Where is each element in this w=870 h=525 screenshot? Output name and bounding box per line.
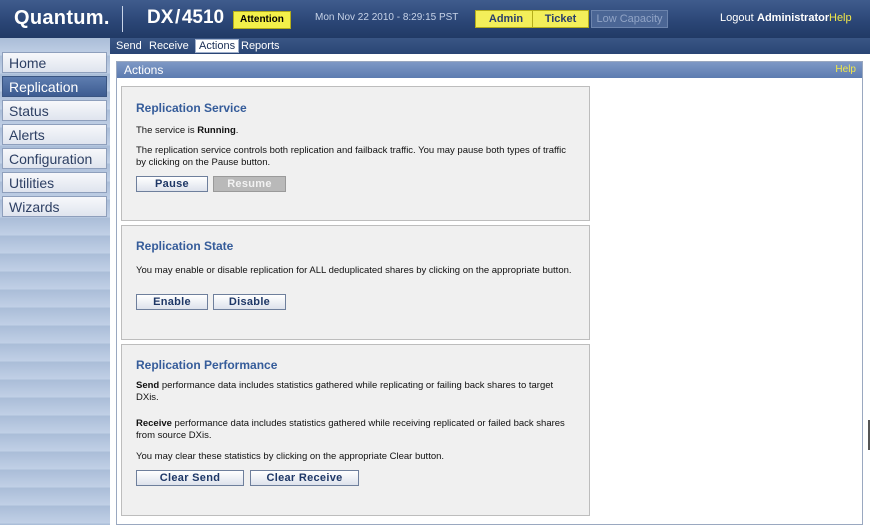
tab-send[interactable]: Send — [116, 40, 142, 52]
clear-send-button[interactable]: Clear Send — [136, 470, 244, 486]
brand-divider — [122, 6, 123, 32]
sidebar-item-configuration[interactable]: Configuration — [2, 148, 107, 169]
sidebar-item-wizards[interactable]: Wizards — [2, 196, 107, 217]
model-name: DX / 4510 — [147, 7, 225, 28]
ticket-button[interactable]: Ticket — [532, 10, 589, 28]
low-capacity-button: Low Capacity — [591, 10, 668, 28]
sidebar-item-utilities[interactable]: Utilities — [2, 172, 107, 193]
replication-performance-title: Replication Performance — [136, 358, 278, 372]
tab-receive[interactable]: Receive — [149, 40, 189, 52]
replication-performance-panel: Replication Performance Send performance… — [121, 344, 590, 516]
attention-badge[interactable]: Attention — [233, 11, 291, 29]
disable-button[interactable]: Disable — [213, 294, 286, 310]
sidebar-item-alerts[interactable]: Alerts — [2, 124, 107, 145]
replication-service-title: Replication Service — [136, 101, 247, 115]
system-datetime: Mon Nov 22 2010 - 8:29:15 PST — [315, 12, 459, 23]
service-status-suffix: . — [235, 125, 239, 136]
logout-link[interactable]: Logout — [720, 12, 754, 24]
replication-state-title: Replication State — [136, 239, 234, 253]
replication-service-panel: Replication Service The service is Runni… — [121, 86, 590, 221]
help-link[interactable]: Help — [829, 12, 852, 24]
tab-strip: Send Receive Actions Reports — [110, 38, 870, 54]
tab-reports[interactable]: Reports — [241, 40, 280, 52]
send-text: performance data includes statistics gat… — [136, 380, 554, 403]
receive-term: Receive — [136, 418, 172, 429]
send-term: Send — [136, 380, 160, 391]
receive-text: performance data includes statistics gat… — [136, 418, 565, 441]
sidebar: Home Replication Status Alerts Configura… — [0, 38, 110, 525]
content-help-link[interactable]: Help — [835, 62, 856, 78]
page-title: Actions — [124, 63, 164, 77]
enable-button[interactable]: Enable — [136, 294, 208, 310]
content-header: Actions Help — [117, 62, 862, 78]
admin-button[interactable]: Admin — [475, 10, 537, 28]
brand-logo: Quantum. — [14, 7, 110, 29]
actions-frame: Actions Help Replication Service The ser… — [116, 61, 863, 525]
sidebar-item-replication[interactable]: Replication — [2, 76, 107, 97]
service-status-value: Running — [197, 125, 236, 136]
replication-state-panel: Replication State You may enable or disa… — [121, 225, 590, 340]
resume-button: Resume — [213, 176, 286, 192]
clear-description: You may clear these statistics by clicki… — [136, 451, 445, 462]
clear-receive-button[interactable]: Clear Receive — [250, 470, 359, 486]
sidebar-item-home[interactable]: Home — [2, 52, 107, 73]
current-user: Administrator — [757, 12, 830, 24]
state-description: You may enable or disable replication fo… — [136, 265, 572, 276]
pause-button[interactable]: Pause — [136, 176, 208, 192]
service-status-prefix: The service is — [136, 125, 198, 136]
send-description: Send performance data includes statistic… — [136, 380, 576, 404]
content-area: Actions Help Replication Service The ser… — [110, 54, 870, 525]
receive-description: Receive performance data includes statis… — [136, 418, 576, 442]
service-status-text: The service is Running. — [136, 125, 576, 137]
service-description: The replication service controls both re… — [136, 145, 567, 168]
tab-actions[interactable]: Actions — [195, 39, 240, 53]
app-window: Quantum. DX / 4510 Attention Mon Nov 22 … — [0, 0, 870, 525]
top-bar: Quantum. DX / 4510 Attention Mon Nov 22 … — [0, 0, 870, 38]
sidebar-item-status[interactable]: Status — [2, 100, 107, 121]
